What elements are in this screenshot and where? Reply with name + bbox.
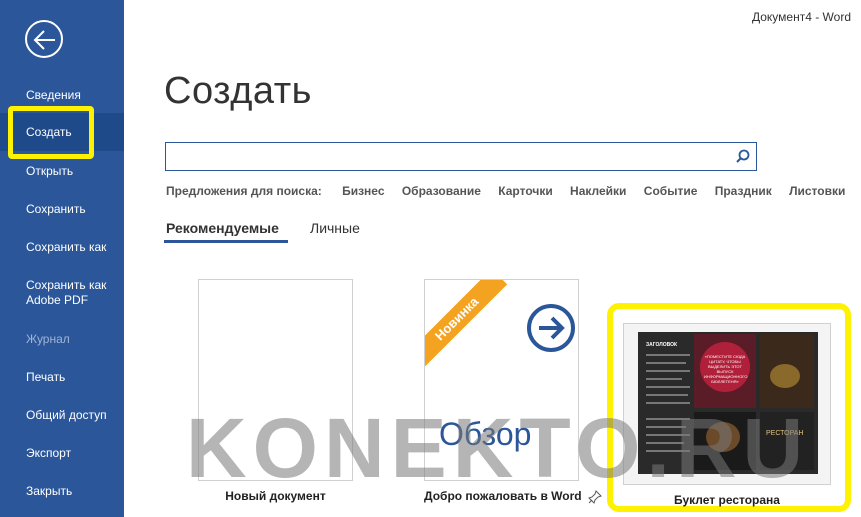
- search-icon[interactable]: [736, 149, 750, 163]
- sidebar-item-print[interactable]: Печать: [0, 370, 124, 385]
- back-button[interactable]: [25, 20, 63, 58]
- suggestion-link[interactable]: Образование: [402, 184, 481, 198]
- suggestion-link[interactable]: Наклейки: [570, 184, 626, 198]
- page-title: Создать: [164, 70, 312, 112]
- sidebar-item-share[interactable]: Общий доступ: [0, 408, 124, 423]
- brochure-quote: «ПОМЕСТИТЕ СЮДА ЦИТАТУ, ЧТОБЫ ВЫДЕЛИТЬ Э…: [704, 354, 748, 384]
- template-search-input[interactable]: [166, 143, 726, 170]
- sidebar-item-info[interactable]: Сведения: [0, 88, 124, 103]
- sidebar-item-export[interactable]: Экспорт: [0, 446, 124, 461]
- suggestion-link[interactable]: Листовки: [789, 184, 845, 198]
- sidebar-item-close[interactable]: Закрыть: [0, 484, 124, 499]
- suggestion-link[interactable]: Бизнес: [342, 184, 384, 198]
- sidebar-item-save[interactable]: Сохранить: [0, 202, 124, 217]
- brochure-brand: РЕСТОРАН: [766, 430, 804, 437]
- active-tab-indicator: [164, 240, 288, 243]
- suggestion-link[interactable]: Карточки: [498, 184, 552, 198]
- brochure-brand-panel: РЕСТОРАН: [760, 412, 814, 470]
- search-suggestions: Предложения для поиска: Бизнес Образован…: [166, 184, 859, 198]
- brochure-preview: ЗАГОЛОВОК «ПОМЕСТИТЕ СЮДА ЦИТАТУ, ЧТОБЫ …: [638, 332, 818, 474]
- suggestions-label: Предложения для поиска:: [166, 184, 322, 198]
- highlight-frame: [8, 106, 94, 159]
- tab-featured[interactable]: Рекомендуемые: [166, 220, 279, 236]
- template-label: Новый документ: [225, 489, 326, 503]
- template-label: Добро пожаловать в Word: [424, 489, 582, 503]
- arrow-left-icon: [33, 30, 55, 50]
- tour-thumb-text: Обзор: [439, 416, 532, 452]
- sidebar-item-open[interactable]: Открыть: [0, 164, 124, 179]
- window-title: Документ4 - Word: [751, 10, 851, 24]
- template-thumbnail: [198, 279, 353, 481]
- suggestion-link[interactable]: Событие: [644, 184, 698, 198]
- sidebar-item-history: Журнал: [26, 332, 70, 346]
- backstage-sidebar: Сведения Создать Открыть Сохранить Сохра…: [0, 0, 124, 517]
- arrow-right-circle-icon: [527, 304, 575, 352]
- brochure-photo: [694, 412, 756, 470]
- template-thumbnail: Новинка Обзор: [424, 279, 579, 481]
- sidebar-item-save-as[interactable]: Сохранить как: [0, 240, 124, 255]
- template-thumbnail: ЗАГОЛОВОК «ПОМЕСТИТЕ СЮДА ЦИТАТУ, ЧТОБЫ …: [623, 323, 831, 485]
- new-badge: Новинка: [425, 280, 508, 370]
- brochure-quote-panel: «ПОМЕСТИТЕ СЮДА ЦИТАТУ, ЧТОБЫ ВЫДЕЛИТЬ Э…: [694, 334, 756, 408]
- template-search-box: [165, 142, 757, 171]
- pin-icon[interactable]: [588, 490, 602, 504]
- tab-personal[interactable]: Личные: [310, 220, 360, 236]
- brochure-photo: [760, 334, 814, 408]
- sidebar-item-save-as-pdf[interactable]: Сохранить как Adobe PDF: [0, 278, 124, 308]
- brochure-heading: ЗАГОЛОВОК: [646, 342, 678, 348]
- template-label: Буклет ресторана: [674, 493, 780, 507]
- suggestion-link[interactable]: Праздник: [715, 184, 772, 198]
